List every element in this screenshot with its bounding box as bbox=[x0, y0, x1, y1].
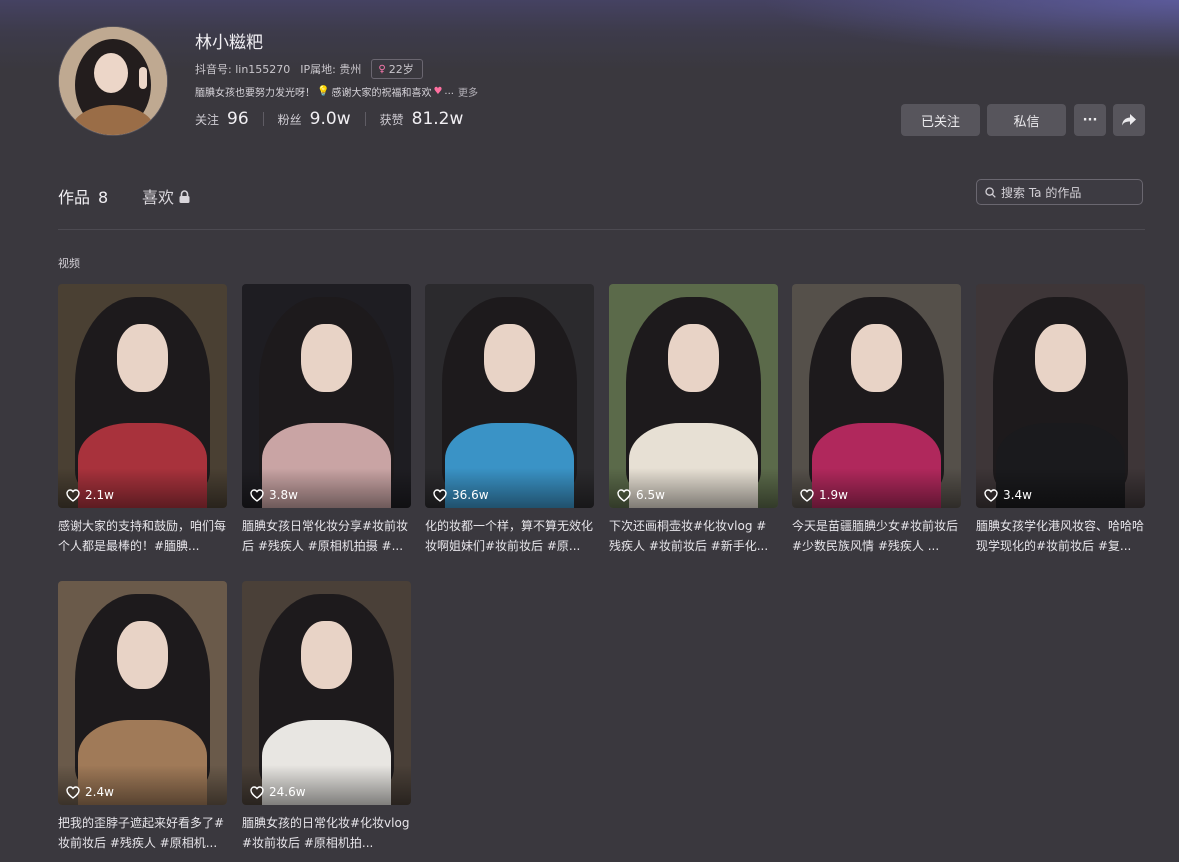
heart-icon bbox=[984, 488, 998, 502]
video-card[interactable]: 36.6w 化的妆都一个样，算不算无效化妆啊姐妹们#妆前妆后 #原... bbox=[425, 284, 594, 556]
likes-label: 获赞 bbox=[379, 112, 404, 127]
heart-icon bbox=[433, 488, 447, 502]
video-likes: 2.4w bbox=[66, 785, 114, 799]
video-likes: 1.9w bbox=[800, 488, 848, 502]
video-thumbnail[interactable]: 1.9w bbox=[792, 284, 961, 508]
video-likes-count: 6.5w bbox=[636, 488, 665, 502]
likes-count: 81.2w bbox=[411, 109, 464, 129]
bio-more-link[interactable]: 更多 bbox=[458, 84, 478, 99]
video-caption[interactable]: 化的妆都一个样，算不算无效化妆啊姐妹们#妆前妆后 #原... bbox=[425, 516, 594, 556]
douyin-id: 抖音号: lin155270 bbox=[195, 63, 291, 76]
video-likes-count: 36.6w bbox=[452, 488, 489, 502]
heart-icon bbox=[800, 488, 814, 502]
video-caption[interactable]: 腼腆女孩学化港风妆容、哈哈哈现学现化的#妆前妆后 #复... bbox=[976, 516, 1145, 556]
video-card[interactable]: 24.6w 腼腆女孩的日常化妆#化妆vlog #妆前妆后 #原相机拍... bbox=[242, 581, 411, 853]
video-card[interactable]: 3.4w 腼腆女孩学化港风妆容、哈哈哈现学现化的#妆前妆后 #复... bbox=[976, 284, 1145, 556]
heart-icon bbox=[250, 488, 264, 502]
video-likes-count: 1.9w bbox=[819, 488, 848, 502]
video-likes: 6.5w bbox=[617, 488, 665, 502]
more-button[interactable]: ··· bbox=[1074, 104, 1106, 136]
following-label: 关注 bbox=[195, 112, 220, 127]
ip-location: IP属地: 贵州 bbox=[300, 63, 362, 76]
fans-count[interactable]: 9.0w bbox=[310, 109, 351, 129]
heart-icon bbox=[250, 785, 264, 799]
lock-icon bbox=[179, 189, 190, 203]
thumbnail-face bbox=[301, 324, 352, 392]
video-likes: 2.1w bbox=[66, 488, 114, 502]
search-input[interactable]: 搜索 Ta 的作品 bbox=[976, 179, 1143, 205]
thumbnail-face bbox=[484, 324, 535, 392]
female-icon: ♀ bbox=[378, 63, 386, 75]
thumbnail-face bbox=[117, 324, 168, 392]
age-tag: ♀ 22岁 bbox=[371, 59, 423, 79]
avatar-image bbox=[59, 27, 167, 135]
avatar[interactable] bbox=[58, 26, 168, 136]
video-thumbnail[interactable]: 6.5w bbox=[609, 284, 778, 508]
profile-name: 林小糍粑 bbox=[195, 33, 263, 53]
following-count[interactable]: 96 bbox=[227, 109, 249, 129]
video-caption[interactable]: 下次还画桐壶妆#化妆vlog #残疾人 #妆前妆后 #新手化... bbox=[609, 516, 778, 556]
thumbnail-face bbox=[117, 621, 168, 689]
video-caption[interactable]: 把我的歪脖子遮起来好看多了#妆前妆后 #残疾人 #原相机... bbox=[58, 813, 227, 853]
age-text: 22岁 bbox=[388, 63, 414, 76]
video-caption[interactable]: 腼腆女孩日常化妆分享#妆前妆后 #残疾人 #原相机拍摄 #... bbox=[242, 516, 411, 556]
thumbnail-face bbox=[301, 621, 352, 689]
video-likes: 36.6w bbox=[433, 488, 489, 502]
video-likes-count: 2.1w bbox=[85, 488, 114, 502]
video-thumbnail[interactable]: 3.8w bbox=[242, 284, 411, 508]
bio-text: 腼腆女孩也要努力发光呀！ bbox=[195, 88, 315, 99]
profile-bio: 腼腆女孩也要努力发光呀！ 💡 感谢大家的祝福和喜欢 ♥ ... 更多 bbox=[195, 84, 478, 99]
video-likes: 3.4w bbox=[984, 488, 1032, 502]
top-gradient bbox=[0, 0, 1179, 70]
tab-works-label: 作品 bbox=[58, 188, 91, 207]
video-likes-count: 3.8w bbox=[269, 488, 298, 502]
tab-likes[interactable]: 喜欢 bbox=[142, 184, 190, 208]
heart-icon bbox=[66, 785, 80, 799]
video-likes-count: 3.4w bbox=[1003, 488, 1032, 502]
search-placeholder: 搜索 Ta 的作品 bbox=[1001, 185, 1082, 200]
search-icon bbox=[985, 186, 996, 198]
video-thumbnail[interactable]: 2.1w bbox=[58, 284, 227, 508]
lightbulb-icon: 💡 bbox=[317, 86, 330, 97]
video-card[interactable]: 1.9w 今天是苗疆腼腆少女#妆前妆后 #少数民族风情 #残疾人 ... bbox=[792, 284, 961, 556]
tab-works[interactable]: 作品 8 bbox=[58, 184, 108, 208]
thumbnail-face bbox=[851, 324, 902, 392]
bio-text-2: 感谢大家的祝福和喜欢 bbox=[331, 88, 432, 99]
video-card[interactable]: 3.8w 腼腆女孩日常化妆分享#妆前妆后 #残疾人 #原相机拍摄 #... bbox=[242, 284, 411, 556]
video-caption[interactable]: 感谢大家的支持和鼓励，咱们每个人都是最棒的！#腼腆... bbox=[58, 516, 227, 556]
video-thumbnail[interactable]: 36.6w bbox=[425, 284, 594, 508]
thumbnail-face bbox=[668, 324, 719, 392]
followed-button[interactable]: 已关注 bbox=[901, 104, 980, 136]
video-thumbnail[interactable]: 24.6w bbox=[242, 581, 411, 805]
video-card[interactable]: 6.5w 下次还画桐壶妆#化妆vlog #残疾人 #妆前妆后 #新手化... bbox=[609, 284, 778, 556]
video-caption[interactable]: 今天是苗疆腼腆少女#妆前妆后 #少数民族风情 #残疾人 ... bbox=[792, 516, 961, 556]
stats-divider bbox=[364, 112, 366, 126]
video-likes-count: 24.6w bbox=[269, 785, 306, 799]
bio-ellipsis: ... bbox=[444, 86, 454, 97]
stats-divider bbox=[262, 112, 264, 126]
video-card[interactable]: 2.4w 把我的歪脖子遮起来好看多了#妆前妆后 #残疾人 #原相机... bbox=[58, 581, 227, 853]
thumbnail-face bbox=[1035, 324, 1086, 392]
section-label: 视频 bbox=[58, 257, 80, 270]
video-thumbnail[interactable]: 2.4w bbox=[58, 581, 227, 805]
heart-icon bbox=[617, 488, 631, 502]
tab-likes-label: 喜欢 bbox=[142, 188, 175, 207]
heart-icon bbox=[66, 488, 80, 502]
video-likes: 24.6w bbox=[250, 785, 306, 799]
video-caption[interactable]: 腼腆女孩的日常化妆#化妆vlog #妆前妆后 #原相机拍... bbox=[242, 813, 411, 853]
fans-label: 粉丝 bbox=[277, 112, 302, 127]
video-likes: 3.8w bbox=[250, 488, 298, 502]
share-icon bbox=[1122, 114, 1136, 126]
video-likes-count: 2.4w bbox=[85, 785, 114, 799]
profile-meta: 抖音号: lin155270 IP属地: 贵州 ♀ 22岁 bbox=[195, 59, 423, 79]
video-thumbnail[interactable]: 3.4w bbox=[976, 284, 1145, 508]
profile-stats: 关注 96 粉丝 9.0w 获赞 81.2w bbox=[195, 109, 463, 129]
heart-emoji-icon: ♥ bbox=[433, 86, 443, 97]
tab-works-count: 8 bbox=[98, 188, 109, 207]
video-card[interactable]: 2.1w 感谢大家的支持和鼓励，咱们每个人都是最棒的！#腼腆... bbox=[58, 284, 227, 556]
message-button[interactable]: 私信 bbox=[987, 104, 1066, 136]
tabs-divider bbox=[58, 229, 1145, 230]
share-button[interactable] bbox=[1113, 104, 1145, 136]
